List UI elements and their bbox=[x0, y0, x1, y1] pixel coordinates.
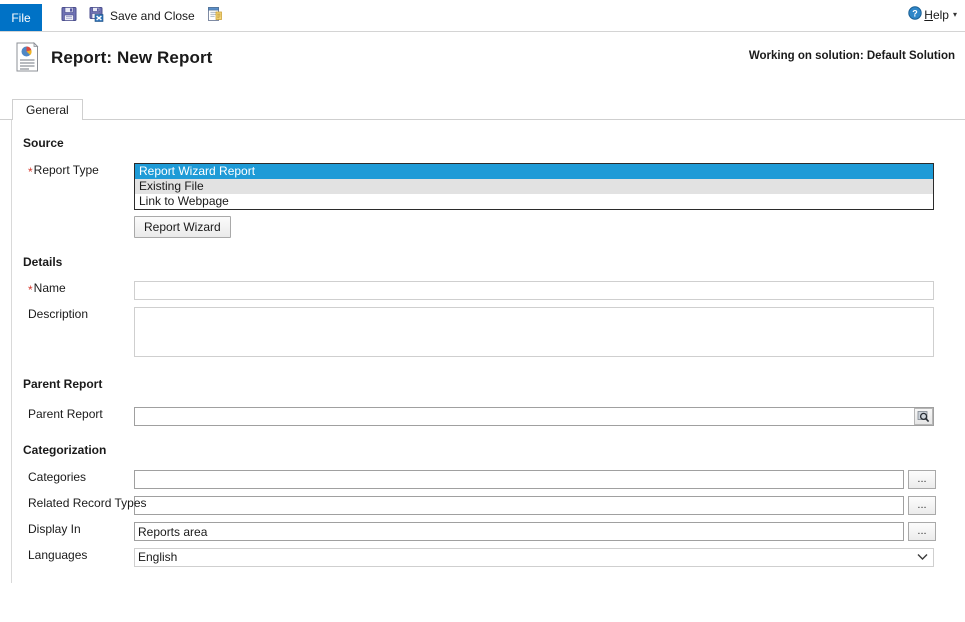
display-in-browse-button[interactable]: ... bbox=[908, 522, 936, 541]
section-heading-details: Details bbox=[23, 255, 63, 269]
categories-browse-button[interactable]: ... bbox=[908, 470, 936, 489]
magnifier-lookup-icon[interactable] bbox=[914, 408, 933, 425]
display-in-label: Display In bbox=[28, 522, 81, 536]
solution-context-label: Working on solution: Default Solution bbox=[748, 50, 955, 62]
report-wizard-button[interactable]: Report Wizard bbox=[134, 216, 231, 238]
new-record-button[interactable] bbox=[201, 3, 229, 29]
form-body: Source *Report Type Report Wizard Report… bbox=[11, 120, 965, 583]
tab-general[interactable]: General bbox=[12, 99, 83, 120]
field-row-report-type: *Report Type Report Wizard Report Existi… bbox=[12, 163, 965, 210]
help-label: Help bbox=[924, 7, 949, 22]
command-bar-buttons: Save and Close bbox=[55, 0, 229, 31]
field-row-categories: Categories ... bbox=[12, 470, 965, 489]
file-tab[interactable]: File bbox=[0, 4, 42, 31]
file-tab-label: File bbox=[11, 10, 31, 25]
help-icon: ? bbox=[908, 6, 922, 23]
field-row-parent-report: Parent Report bbox=[12, 407, 965, 426]
tab-general-label: General bbox=[26, 103, 69, 117]
field-row-name: *Name bbox=[12, 281, 965, 300]
categories-label: Categories bbox=[28, 470, 87, 484]
parent-report-lookup-wrap bbox=[134, 407, 934, 426]
save-and-close-button[interactable]: Save and Close bbox=[83, 3, 201, 29]
display-in-input[interactable] bbox=[134, 522, 904, 541]
report-type-option-existing-file[interactable]: Existing File bbox=[135, 179, 933, 194]
languages-label: Languages bbox=[28, 548, 88, 562]
svg-text:?: ? bbox=[913, 8, 919, 18]
field-row-display-in: Display In ... bbox=[12, 522, 965, 541]
field-row-description: Description bbox=[12, 307, 965, 357]
languages-select-wrap: English bbox=[134, 548, 934, 567]
parent-report-label: Parent Report bbox=[28, 407, 103, 421]
field-row-languages: Languages English bbox=[12, 548, 965, 567]
section-heading-categorization: Categorization bbox=[23, 443, 107, 457]
save-and-close-icon bbox=[89, 6, 105, 25]
description-textarea[interactable] bbox=[134, 307, 934, 357]
chevron-down-icon: ▾ bbox=[952, 10, 957, 19]
parent-report-input[interactable] bbox=[134, 407, 934, 426]
section-heading-source: Source bbox=[23, 136, 64, 150]
field-row-related-record-types: Related Record Types ... bbox=[12, 496, 965, 515]
new-record-icon bbox=[207, 6, 223, 25]
report-document-icon bbox=[14, 41, 40, 75]
section-heading-parent-report: Parent Report bbox=[23, 377, 103, 391]
related-record-types-browse-button[interactable]: ... bbox=[908, 496, 936, 515]
report-type-listbox[interactable]: Report Wizard Report Existing File Link … bbox=[134, 163, 934, 210]
help-menu[interactable]: ? Help ▾ bbox=[908, 6, 957, 23]
categories-input[interactable] bbox=[134, 470, 904, 489]
field-row-report-wizard: Report Wizard bbox=[12, 216, 965, 238]
report-type-label: *Report Type bbox=[28, 163, 99, 179]
name-label: *Name bbox=[28, 281, 66, 297]
required-indicator: * bbox=[28, 165, 33, 179]
page-header: Report: New Report Working on solution: … bbox=[0, 32, 965, 84]
save-and-close-label: Save and Close bbox=[110, 8, 195, 23]
command-bar: File Save and Close ? Help ▾ bbox=[0, 0, 965, 32]
name-input[interactable] bbox=[134, 281, 934, 300]
tab-strip: General bbox=[0, 98, 965, 120]
save-button[interactable] bbox=[55, 3, 83, 29]
languages-select[interactable]: English bbox=[134, 548, 934, 567]
required-indicator: * bbox=[28, 283, 33, 297]
related-record-types-label: Related Record Types bbox=[28, 496, 147, 510]
related-record-types-input[interactable] bbox=[134, 496, 904, 515]
save-icon bbox=[61, 6, 77, 25]
page-title: Report: New Report bbox=[51, 48, 213, 67]
report-type-option-link-to-webpage[interactable]: Link to Webpage bbox=[135, 194, 933, 209]
report-type-option-report-wizard-report[interactable]: Report Wizard Report bbox=[135, 164, 933, 179]
description-label: Description bbox=[28, 307, 89, 321]
